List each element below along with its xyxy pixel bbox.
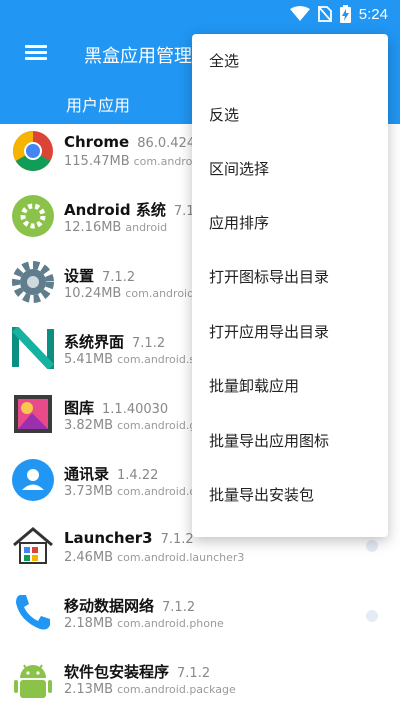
app-name: 通讯录 1.4.22 [64, 465, 159, 483]
app-meta: 2.46MB com.android.launcher3 [64, 550, 244, 565]
status-icons: 5:24 [289, 5, 388, 23]
menu-item-batch-export-apks[interactable]: 批量导出安装包 [209, 484, 314, 505]
tab-user-apps[interactable]: 用户应用 [66, 92, 130, 116]
app-name: Android 系统 7.1.2 [64, 201, 207, 219]
app-size: 2.46MB [64, 550, 114, 565]
app-package: android [125, 221, 168, 234]
menu-item-sort-apps[interactable]: 应用排序 [209, 212, 269, 233]
selection-indicator[interactable] [366, 610, 378, 622]
app-size: 3.82MB [64, 418, 114, 433]
settings-icon [12, 261, 54, 303]
no-sim-icon [317, 6, 332, 22]
menu-item-batch-export-icons[interactable]: 批量导出应用图标 [209, 430, 329, 451]
app-meta: 10.24MB com.android.s [64, 286, 203, 301]
app-row-mobile-network[interactable]: 移动数据网络 7.1.2 2.18MB com.android.phone [0, 586, 400, 652]
app-name: Launcher3 7.1.2 [64, 529, 194, 547]
app-version: 7.1.2 [160, 532, 194, 547]
app-size: 115.47MB [64, 154, 130, 169]
app-size: 2.18MB [64, 616, 114, 631]
app-row-package-installer[interactable]: 软件包安装程序 7.1.2 2.13MB com.android.package [0, 652, 400, 710]
app-name: 图库 1.1.40030 [64, 399, 169, 417]
menu-item-batch-uninstall[interactable]: 批量卸载应用 [209, 375, 299, 396]
app-meta: 5.41MB com.android.sy [64, 352, 202, 367]
app-package: com.android.co [117, 485, 203, 498]
wifi-icon [289, 6, 310, 21]
menu-item-open-icon-export-dir[interactable]: 打开图标导出目录 [209, 266, 329, 287]
app-name: 设置 7.1.2 [64, 267, 136, 285]
app-version: 7.1.2 [132, 336, 166, 351]
app-size: 10.24MB [64, 286, 122, 301]
app-size: 5.41MB [64, 352, 114, 367]
app-version: 1.1.40030 [102, 402, 169, 417]
package-installer-icon [14, 664, 52, 698]
app-version: 1.4.22 [117, 468, 159, 483]
app-size: 3.73MB [64, 484, 114, 499]
menu-item-range-select[interactable]: 区间选择 [209, 158, 269, 179]
chrome-icon [13, 131, 53, 171]
gallery-icon [14, 395, 52, 433]
app-package: com.android.sy [117, 353, 202, 366]
battery-charging-icon [339, 5, 351, 23]
app-size: 2.13MB [64, 682, 114, 697]
status-bar: 5:24 [0, 0, 400, 30]
contacts-icon [12, 459, 54, 501]
app-meta: 12.16MB android [64, 220, 167, 235]
app-meta: 115.47MB com.android [64, 154, 202, 169]
app-meta: 2.18MB com.android.phone [64, 616, 224, 631]
system-ui-icon [12, 327, 54, 369]
phone-icon [16, 595, 50, 630]
menu-item-open-app-export-dir[interactable]: 打开应用导出目录 [209, 321, 329, 342]
app-name: 软件包安装程序 7.1.2 [64, 663, 211, 681]
app-title: 黑盒应用管理 [84, 46, 192, 67]
menu-item-select-all[interactable]: 全选 [209, 50, 239, 71]
app-package: com.android.ga [117, 419, 204, 432]
app-version: 7.1.2 [177, 666, 211, 681]
launcher-icon [13, 527, 53, 564]
app-size: 12.16MB [64, 220, 122, 235]
app-meta: 2.13MB com.android.package [64, 682, 236, 697]
app-meta: 3.82MB com.android.ga [64, 418, 203, 433]
app-name: 系统界面 7.1.2 [64, 333, 166, 351]
app-version: 7.1.2 [162, 600, 196, 615]
android-system-icon [12, 195, 54, 237]
app-package: com.android.launcher3 [117, 551, 245, 564]
app-version: 7.1.2 [102, 270, 136, 285]
hamburger-menu-icon[interactable] [22, 42, 52, 66]
status-time: 5:24 [358, 5, 388, 23]
app-meta: 3.73MB com.android.co [64, 484, 202, 499]
selection-indicator[interactable] [366, 540, 378, 552]
app-name: 移动数据网络 7.1.2 [64, 597, 196, 615]
app-package: com.android.package [117, 683, 236, 696]
menu-item-invert-selection[interactable]: 反选 [209, 104, 239, 125]
app-package: com.android.phone [117, 617, 224, 630]
overflow-menu: 全选 反选 区间选择 应用排序 打开图标导出目录 打开应用导出目录 批量卸载应用… [192, 34, 388, 537]
